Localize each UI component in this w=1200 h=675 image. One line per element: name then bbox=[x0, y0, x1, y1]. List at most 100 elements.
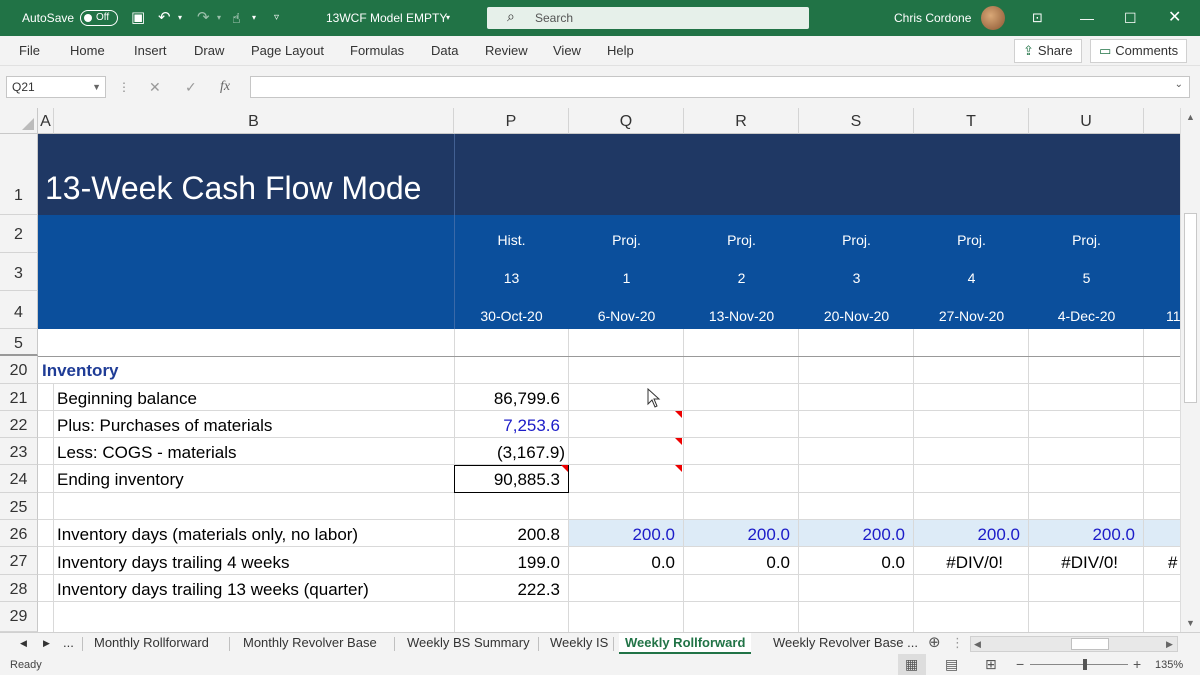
redo-dropdown-icon[interactable]: ▾ bbox=[217, 0, 221, 36]
chevron-down-icon[interactable]: ▼ bbox=[92, 77, 101, 97]
column-header-q[interactable]: Q bbox=[569, 108, 684, 134]
tab-insert[interactable]: Insert bbox=[134, 36, 167, 66]
more-tabs-icon[interactable]: ... bbox=[63, 633, 74, 654]
tab-page-layout[interactable]: Page Layout bbox=[251, 36, 324, 66]
gridline bbox=[1028, 329, 1029, 632]
column-header-u[interactable]: U bbox=[1029, 108, 1144, 134]
column-header-r[interactable]: R bbox=[684, 108, 799, 134]
save-icon[interactable]: ▣ bbox=[131, 0, 145, 36]
page-break-view-icon[interactable]: ⊞ bbox=[985, 656, 997, 673]
tab-data[interactable]: Data bbox=[431, 36, 458, 66]
search-box[interactable]: ⌕ Search bbox=[487, 7, 809, 29]
close-icon[interactable]: ✕ bbox=[1168, 0, 1181, 36]
scroll-down-icon[interactable]: ▼ bbox=[1186, 618, 1195, 628]
tab-formulas[interactable]: Formulas bbox=[350, 36, 404, 66]
minimize-icon[interactable]: — bbox=[1080, 0, 1094, 36]
name-box[interactable]: Q21 ▼ bbox=[6, 76, 106, 98]
row-header[interactable]: 3 bbox=[0, 253, 38, 291]
comment-indicator-icon[interactable] bbox=[675, 411, 682, 418]
comment-icon: ▭ bbox=[1099, 43, 1112, 58]
insert-function-icon[interactable]: fx bbox=[220, 76, 230, 98]
sheet-tab[interactable]: Monthly Revolver Base bbox=[243, 633, 377, 654]
row-header[interactable]: 21 bbox=[0, 384, 38, 411]
row-header[interactable]: 2 bbox=[0, 215, 38, 253]
avatar[interactable] bbox=[981, 6, 1005, 30]
zoom-in-icon[interactable]: + bbox=[1133, 656, 1141, 672]
zoom-out-icon[interactable]: − bbox=[1016, 656, 1024, 672]
column-header-a[interactable]: A bbox=[38, 108, 54, 134]
vertical-scroll-thumb[interactable] bbox=[1184, 213, 1197, 403]
row-header[interactable]: 20 bbox=[0, 356, 38, 384]
row-header[interactable]: 24 bbox=[0, 465, 38, 493]
zoom-slider-thumb[interactable] bbox=[1083, 659, 1087, 670]
tab-review[interactable]: Review bbox=[485, 36, 528, 66]
customize-toolbar-icon[interactable]: ▿ bbox=[274, 0, 279, 36]
tab-help[interactable]: Help bbox=[607, 36, 634, 66]
expand-formula-icon[interactable]: ⌄ bbox=[1175, 79, 1183, 90]
sheet-tab[interactable]: Weekly BS Summary bbox=[407, 633, 530, 654]
scroll-right-icon[interactable]: ▶ bbox=[1166, 639, 1173, 650]
comment-indicator-icon[interactable] bbox=[675, 438, 682, 445]
row-header[interactable]: 4 bbox=[0, 291, 38, 329]
column-header-s[interactable]: S bbox=[799, 108, 914, 134]
column-header-p[interactable]: P bbox=[454, 108, 569, 134]
formula-input[interactable]: ⌄ bbox=[250, 76, 1190, 98]
horizontal-scroll-thumb[interactable] bbox=[1071, 638, 1109, 650]
row-header[interactable]: 28 bbox=[0, 575, 38, 602]
row-header[interactable]: 26 bbox=[0, 520, 38, 547]
undo-dropdown-icon[interactable]: ▾ bbox=[178, 0, 182, 36]
column-header-next[interactable] bbox=[1144, 108, 1180, 134]
page-layout-view-icon[interactable]: ▤ bbox=[945, 656, 958, 673]
row-header[interactable]: 27 bbox=[0, 547, 38, 575]
row-header[interactable]: 22 bbox=[0, 411, 38, 438]
user-name[interactable]: Chris Cordone bbox=[894, 0, 971, 36]
tab-scroll-handle-icon[interactable]: ⋮ bbox=[951, 633, 964, 654]
scroll-left-icon[interactable]: ◀ bbox=[974, 639, 981, 650]
normal-view-icon[interactable]: ▦ bbox=[905, 656, 918, 673]
tab-draw[interactable]: Draw bbox=[194, 36, 224, 66]
zoom-level[interactable]: 135% bbox=[1155, 659, 1183, 671]
comment-indicator-icon[interactable] bbox=[561, 465, 568, 472]
row-header[interactable]: 5 bbox=[0, 329, 38, 356]
file-name[interactable]: 13WCF Model EMPTY bbox=[326, 0, 447, 36]
week-number-q: 1 bbox=[622, 270, 631, 286]
sheet-tab[interactable]: Weekly IS bbox=[550, 633, 608, 654]
share-button[interactable]: ⇪ Share bbox=[1014, 39, 1082, 63]
week-number-u: 5 bbox=[1082, 270, 1091, 286]
column-header-t[interactable]: T bbox=[914, 108, 1029, 134]
touch-mode-icon[interactable]: ☝ bbox=[232, 0, 241, 36]
vertical-scrollbar[interactable]: ▲ ▼ bbox=[1180, 108, 1200, 632]
select-all-corner[interactable] bbox=[0, 108, 38, 134]
undo-icon[interactable]: ↶ bbox=[158, 0, 171, 36]
tab-home[interactable]: Home bbox=[70, 36, 105, 66]
sheet-tab[interactable]: Monthly Rollforward bbox=[94, 633, 209, 654]
maximize-icon[interactable]: ☐ bbox=[1124, 0, 1137, 36]
week-date-r: 13-Nov-20 bbox=[708, 308, 775, 324]
ribbon-display-icon[interactable]: ⊡ bbox=[1032, 0, 1043, 36]
row-header[interactable]: 1 bbox=[0, 134, 38, 215]
tab-file[interactable]: File bbox=[19, 36, 40, 66]
sheet-tab-active[interactable]: Weekly Rollforward bbox=[619, 633, 752, 654]
file-name-dropdown-icon[interactable]: ▾ bbox=[446, 0, 450, 36]
more-icon[interactable]: ⋮ bbox=[118, 80, 131, 94]
row-header[interactable]: 23 bbox=[0, 438, 38, 465]
comments-button[interactable]: ▭ Comments bbox=[1090, 39, 1188, 63]
enter-entry-icon[interactable]: ✓ bbox=[185, 76, 197, 98]
redo-icon[interactable]: ↷ bbox=[197, 0, 210, 36]
add-sheet-icon[interactable]: ⊕ bbox=[928, 633, 941, 654]
scroll-up-icon[interactable]: ▲ bbox=[1186, 112, 1195, 122]
horizontal-scrollbar[interactable]: ◀ ▶ bbox=[970, 636, 1178, 652]
cancel-entry-icon[interactable]: ✕ bbox=[149, 76, 161, 98]
row-header[interactable]: 25 bbox=[0, 493, 38, 520]
row-header[interactable]: 29 bbox=[0, 602, 38, 632]
week-date-u: 4-Dec-20 bbox=[1057, 308, 1116, 324]
tab-view[interactable]: View bbox=[553, 36, 581, 66]
zoom-slider-track[interactable] bbox=[1030, 664, 1128, 665]
tab-next-icon[interactable]: ▶ bbox=[43, 633, 50, 654]
comment-indicator-icon[interactable] bbox=[675, 465, 682, 472]
sheet-tab[interactable]: Weekly Revolver Base ... bbox=[773, 633, 918, 654]
touch-dropdown-icon[interactable]: ▾ bbox=[252, 0, 256, 36]
column-header-b[interactable]: B bbox=[54, 108, 454, 134]
autosave-toggle[interactable]: Off bbox=[80, 10, 118, 26]
tab-prev-icon[interactable]: ◀ bbox=[20, 633, 27, 654]
